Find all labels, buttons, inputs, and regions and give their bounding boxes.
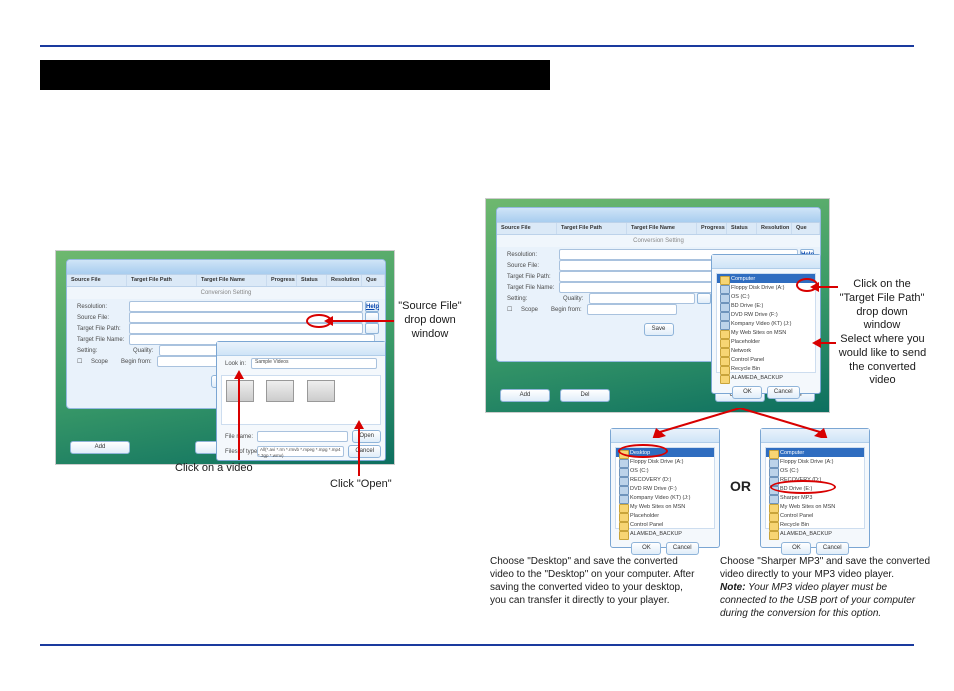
arrow-line (238, 378, 240, 460)
cancel-button[interactable]: Cancel (767, 386, 800, 399)
tree-recycle[interactable]: Recycle Bin (717, 364, 815, 373)
callout-select-send: Select where you would like to send the … (835, 333, 930, 388)
columns-header: Source File Target File Path Target File… (67, 274, 385, 287)
file-dialog-toolbar (217, 342, 385, 356)
cancel-button[interactable]: Cancel (348, 445, 381, 458)
label-lookin: Look in: (221, 359, 251, 369)
label-begin: Begin from: (117, 357, 157, 367)
video-thumb[interactable] (226, 380, 254, 402)
arrow-line (332, 320, 394, 322)
col-targetname: Target File Name (197, 275, 267, 286)
tree-controlpanel[interactable]: Control Panel (717, 355, 815, 364)
col-queue: Que (362, 275, 385, 286)
label-resolution: Resolution: (73, 302, 129, 312)
col-resolution: Resolution (757, 223, 792, 234)
callout-target-dropdown: Click on the "Target File Path" drop dow… (837, 278, 927, 333)
col-resolution: Resolution (327, 275, 362, 286)
row-targetpath: Target File Path: (73, 323, 379, 334)
arrow-head-icon (234, 370, 244, 379)
tree-backup[interactable]: ALAMEDA_BACKUP (717, 373, 815, 382)
browse-folder-dialog: Computer Floppy Disk Drive (A:) OS (C:) … (711, 254, 821, 394)
arrow-head-icon (810, 282, 819, 292)
col-targetpath: Target File Path (557, 223, 627, 234)
callout-source-dropdown: "Source File" drop down window (395, 300, 465, 341)
field-resolution[interactable] (129, 301, 363, 312)
arrow-line (820, 342, 836, 344)
highlight-sharper (770, 480, 836, 494)
lookin-field[interactable]: Sample Videos (251, 358, 377, 369)
callout-click-video: Click on a video (175, 462, 253, 476)
arrow-head-icon (812, 338, 821, 348)
col-status: Status (727, 223, 757, 234)
dropdown-icon[interactable] (365, 323, 379, 334)
arrow-line (818, 286, 838, 288)
highlight-desktop (618, 444, 668, 458)
label-scope: Scope (87, 357, 117, 367)
col-status: Status (297, 275, 327, 286)
video-thumb[interactable] (307, 380, 335, 402)
help-link[interactable]: Help (366, 304, 379, 310)
arrow-head-icon (324, 316, 333, 326)
col-source: Source File (67, 275, 127, 286)
file-open-dialog: Look in: Sample Videos File name: Open F… (216, 341, 386, 461)
page: Source File Target File Path Target File… (40, 30, 914, 661)
col-source: Source File (497, 223, 557, 234)
settings-subheader: Conversion Setting (497, 235, 820, 247)
label-target-path: Target File Path: (73, 324, 129, 334)
screenshot-target-path: Source File Target File Path Target File… (485, 198, 830, 413)
tree-placeholder[interactable]: Placeholder (717, 337, 815, 346)
col-progress: Progress (697, 223, 727, 234)
file-list-area[interactable] (221, 375, 381, 425)
tree-myvids[interactable]: My Web Sites on MSN (717, 328, 815, 337)
rule-top (40, 45, 914, 47)
video-thumb[interactable] (266, 380, 294, 402)
tree-dvd[interactable]: DVD RW Drive (F:) (717, 310, 815, 319)
ok-button[interactable]: OK (732, 386, 762, 399)
or-label: OR (730, 478, 751, 494)
open-button[interactable]: Open (352, 430, 381, 443)
text-choose-desktop: Choose "Desktop" and save the converted … (490, 555, 700, 607)
settings-subheader: Conversion Setting (67, 287, 385, 299)
rule-bottom (40, 644, 914, 646)
label-source: Source File: (73, 313, 129, 323)
window-titlebar (497, 208, 820, 222)
filename-field[interactable] (257, 431, 348, 442)
arrow-head-icon (354, 420, 364, 429)
arrow-line (358, 428, 360, 476)
tree-network[interactable]: Network (717, 346, 815, 355)
col-targetname: Target File Name (627, 223, 697, 234)
label-target-name: Target File Name: (73, 335, 129, 345)
tree-bd[interactable]: BD Drive (E:) (717, 301, 815, 310)
col-queue: Que (792, 223, 820, 234)
window-titlebar (67, 260, 385, 274)
tree-sharper[interactable]: Sharper MP3 (766, 493, 864, 502)
tree-kingston[interactable]: Kompany Video (KT) (J:) (717, 319, 815, 328)
section-heading-bar (40, 60, 550, 90)
file-dialog-toolbar (712, 255, 820, 269)
text-choose-sharper: Choose "Sharper MP3" and save the conver… (720, 555, 930, 620)
tree-os[interactable]: OS (C:) (717, 292, 815, 301)
filetype-field[interactable]: All(*.avi *.rm *.rmvb *.mpeg *.mpg *.mp4… (257, 446, 344, 457)
label-setting: Setting: (73, 346, 129, 356)
add-button[interactable]: Add (70, 441, 130, 454)
columns-header: Source File Target File Path Target File… (497, 222, 820, 235)
col-targetpath: Target File Path (127, 275, 197, 286)
screenshot-source-file: Source File Target File Path Target File… (55, 250, 395, 465)
callout-click-open: Click "Open" (330, 478, 392, 492)
col-progress: Progress (267, 275, 297, 286)
row-resolution: Resolution: Help (73, 301, 379, 312)
label-quality: Quality: (129, 346, 159, 356)
